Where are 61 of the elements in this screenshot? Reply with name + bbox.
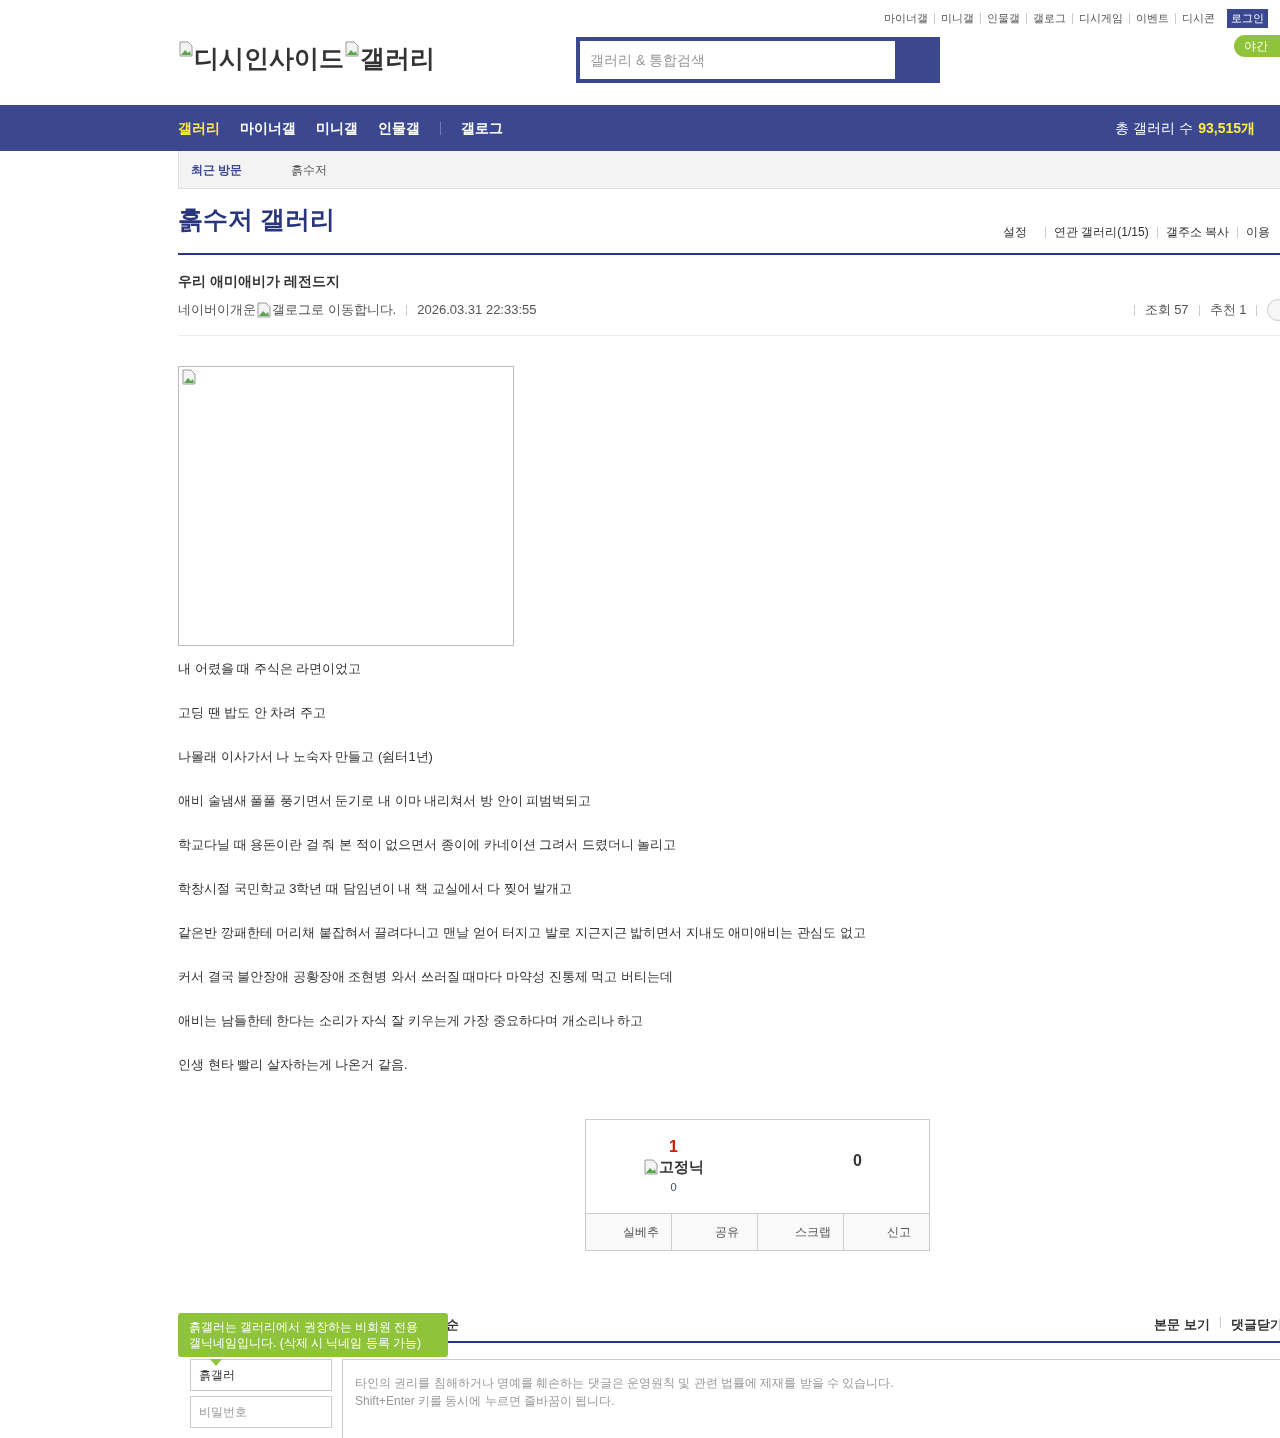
post-author[interactable]: 네이버이개운	[178, 300, 256, 320]
top-link[interactable]: 디시콘	[1182, 10, 1215, 27]
gallery-count: 93,515개	[1198, 118, 1255, 138]
broken-image-icon	[344, 41, 360, 57]
top-link[interactable]: 디시게임	[1079, 10, 1123, 27]
top-link[interactable]: 갤로그	[1033, 10, 1066, 27]
nav-tab[interactable]: 마이너갤	[240, 117, 296, 139]
comment-link[interactable]: 본문 보기	[1154, 1315, 1210, 1335]
gallery-count-label: 총 갤러리 수	[1115, 118, 1194, 138]
gallery-title: 흙수저 갤러리	[178, 203, 335, 235]
view-count: 조회 57	[1144, 301, 1189, 320]
nav-tab[interactable]: 미니갤	[316, 117, 358, 139]
post-paragraph: 고딩 땐 밥도 안 차려 주고	[178, 704, 328, 722]
post-title: 우리 애미애비가 레전드지	[178, 272, 341, 291]
gallery-tool-link[interactable]: 연관 갤러리(1/15)	[1053, 223, 1149, 241]
nav-tab[interactable]: 갤로그	[461, 117, 503, 139]
recommend-count: 추천 1	[1209, 301, 1247, 320]
post-paragraph: 학교다닐 때 용돈이란 걸 줘 본 적이 없으면서 종이에 카네이션 그려서 드렸더니 놀리고	[178, 836, 678, 854]
broken-image-icon	[643, 1159, 659, 1176]
vote-action-button[interactable]: 신고	[843, 1214, 929, 1250]
upvote-count: 1	[669, 1138, 678, 1156]
fixed-nick-label: 고정닉	[659, 1157, 704, 1177]
post-paragraph: 같은반 깡패한테 머리채 붙잡혀서 끌려다니고 맨날 얻어 터지고 발로 지근지근 밟히면서 지내도 애미애비는 관심도 없고	[178, 924, 867, 942]
post-date: 2026.03.31 22:33:55	[417, 301, 537, 320]
tooltip-pointer-icon	[210, 1359, 222, 1366]
post-paragraph: 학창시절 국민학교 3학년 때 담임년이 내 책 교실에서 다 찢어 발개고	[178, 880, 574, 898]
password-field[interactable]: 비밀번호	[190, 1396, 332, 1428]
gallery-logo[interactable]: 갤러리	[360, 40, 435, 78]
broken-image-icon	[178, 41, 194, 57]
gallog-link-text[interactable]: 갤로그로 이동합니다.	[272, 300, 397, 320]
post-paragraph: 인생 현타 빨리 살자하는게 나온거 같음.	[178, 1056, 409, 1074]
gallery-tool-link[interactable]: 설정	[1002, 223, 1027, 241]
login-button[interactable]: 로그인	[1227, 9, 1268, 28]
nickname-field[interactable]: 흙갤러	[190, 1359, 332, 1391]
recent-visit-label: 최근 방문	[191, 161, 244, 179]
vote-action-button[interactable]: 스크랩	[757, 1214, 843, 1250]
post-paragraph: 애비는 남들한테 한다는 소리가 자식 잘 키우는게 가장 중요하다며 개소리나 하고	[178, 1012, 645, 1030]
nickname-tooltip: 흙갤러는 갤러리에서 권장하는 비회원 전용 갤닉네임입니다. (삭제 시 닉네임 등록 가능)	[178, 1313, 448, 1357]
top-link[interactable]: 인물갤	[987, 10, 1020, 27]
post-paragraph: 애비 술냄새 풀풀 풍기면서 둔기로 내 이마 내리쳐서 방 안이 피범벅되고	[178, 792, 593, 810]
comment-sort-text: 순	[446, 1316, 459, 1335]
vote-action-button[interactable]: 실베추	[586, 1214, 671, 1250]
site-logo[interactable]: 디시인사이드	[194, 40, 344, 78]
comment-field[interactable]: 타인의 권리를 침해하거나 명예를 훼손하는 댓글은 운영원칙 및 관련 법률에 제재를 받을 수 있습니다. Shift+Enter 키를 동시에 누르면 줄바꿈이 됩니다.	[342, 1359, 1280, 1438]
recent-gallery-link[interactable]: 흙수저	[291, 160, 327, 179]
vote-action-button[interactable]: 공유	[671, 1214, 757, 1250]
nav-tab[interactable]: 인물갤	[378, 117, 420, 139]
gallery-tool-link[interactable]: 갤주소 복사	[1165, 223, 1229, 241]
gallery-tool-link[interactable]: 이용	[1246, 223, 1270, 241]
nav-tab[interactable]: 갤러리	[178, 117, 220, 139]
top-link[interactable]: 미니갤	[941, 10, 974, 27]
top-link[interactable]: 이벤트	[1136, 10, 1169, 27]
broken-image-icon	[181, 369, 197, 385]
broken-image-icon	[256, 302, 272, 318]
fixed-nick-count: 0	[670, 1179, 677, 1195]
search-field[interactable]: 갤러리 & 통합검색	[580, 41, 895, 79]
top-link[interactable]: 마이너갤	[884, 10, 928, 27]
post-paragraph: 커서 결국 불안장애 공황장애 조현병 와서 쓰러질 때마다 마약성 진통제 먹고 버티는데	[178, 968, 674, 986]
post-paragraph: 내 어렸을 때 주식은 라면이었고	[178, 660, 363, 678]
downvote-count: 0	[853, 1150, 862, 1171]
post-paragraph: 나몰래 이사가서 나 노숙자 만들고 (쉼터1년)	[178, 748, 434, 766]
